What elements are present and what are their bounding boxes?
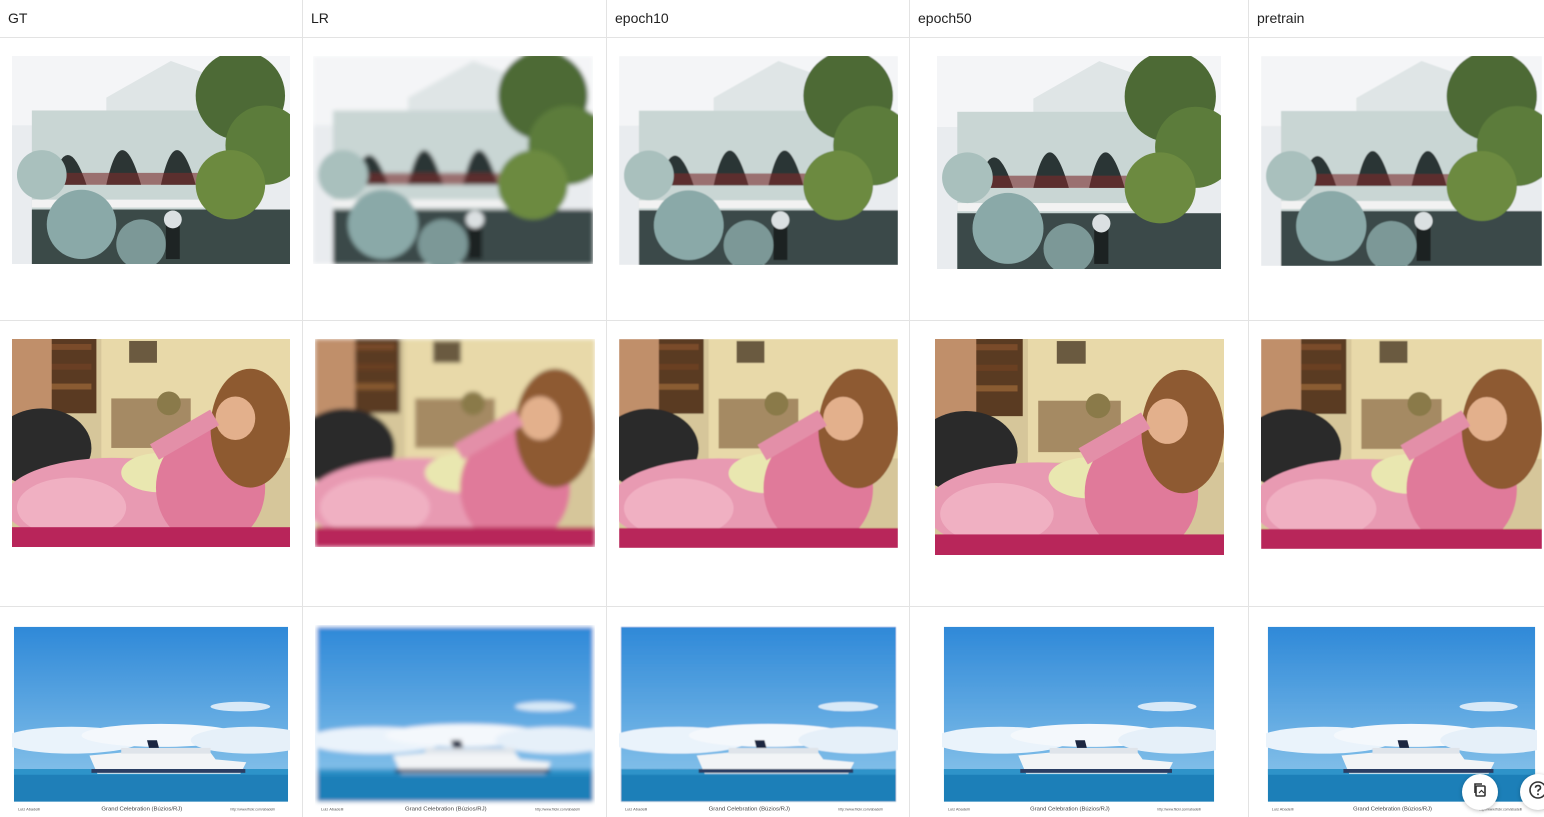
column-header-pretrain: pretrain (1257, 10, 1305, 26)
column-header-lr: LR (311, 10, 329, 26)
svg-text:Grand Celebration (Búzios/RJ): Grand Celebration (Búzios/RJ) (709, 806, 790, 812)
image-ship-epoch10[interactable]: Luiz Abadelli Grand Celebration (Búzios/… (619, 625, 898, 817)
column-header-gt: GT (8, 10, 28, 26)
image-house-gt[interactable] (12, 56, 290, 264)
copy-icon (1471, 781, 1489, 804)
image-child-lr[interactable] (315, 339, 595, 547)
column-header-epoch10: epoch10 (615, 10, 669, 26)
image-ship-gt[interactable]: Luiz Abadelli Grand Celebration (Búzios/… (12, 625, 290, 817)
image-house-pretrain[interactable] (1261, 56, 1542, 266)
column-divider (1248, 0, 1249, 817)
svg-text:http://www.flickr.com/abadelli: http://www.flickr.com/abadelli (838, 807, 883, 811)
help-icon (1528, 780, 1544, 805)
column-header-epoch50: epoch50 (918, 10, 972, 26)
column-divider (606, 0, 607, 817)
svg-text:Grand Celebration (Búzios/RJ): Grand Celebration (Búzios/RJ) (1030, 806, 1110, 812)
row-divider (0, 320, 1544, 321)
image-child-epoch50[interactable] (935, 339, 1224, 555)
image-house-epoch10[interactable] (619, 56, 898, 265)
svg-text:Luiz Abadelli: Luiz Abadelli (321, 806, 344, 811)
svg-text:http://www.flickr.com/abadelli: http://www.flickr.com/abadelli (230, 807, 275, 811)
image-child-epoch10[interactable] (619, 339, 898, 548)
svg-text:Grand Celebration (Búzios/RJ): Grand Celebration (Búzios/RJ) (1353, 806, 1432, 812)
image-child-gt[interactable] (12, 339, 290, 547)
svg-text:http://www.flickr.com/abadelli: http://www.flickr.com/abadelli (535, 807, 580, 811)
column-divider (302, 0, 303, 817)
image-house-epoch50[interactable] (937, 56, 1221, 269)
svg-text:Luiz Abadelli: Luiz Abadelli (1272, 807, 1294, 811)
column-divider (909, 0, 910, 817)
svg-text:Luiz Abadelli: Luiz Abadelli (18, 806, 40, 811)
svg-text:Grand Celebration (Búzios/RJ): Grand Celebration (Búzios/RJ) (101, 806, 182, 812)
image-house-lr[interactable] (313, 56, 593, 264)
header-divider (0, 37, 1544, 38)
copy-button[interactable] (1462, 774, 1498, 810)
svg-text:http://www.flickr.com/abadelli: http://www.flickr.com/abadelli (1157, 807, 1201, 811)
row-divider (0, 606, 1544, 607)
svg-text:Luiz Abadelli: Luiz Abadelli (625, 806, 647, 811)
image-ship-epoch50[interactable]: Luiz Abadelli Grand Celebration (Búzios/… (942, 625, 1216, 817)
image-ship-lr[interactable]: Luiz Abadelli Grand Celebration (Búzios/… (315, 625, 595, 817)
svg-text:Luiz Abadelli: Luiz Abadelli (948, 806, 970, 811)
image-comparison-grid: GT LR epoch10 epoch50 pretrain Luiz Abad… (0, 0, 1544, 817)
svg-text:Grand Celebration (Búzios/RJ): Grand Celebration (Búzios/RJ) (405, 806, 487, 812)
image-child-pretrain[interactable] (1261, 339, 1542, 549)
